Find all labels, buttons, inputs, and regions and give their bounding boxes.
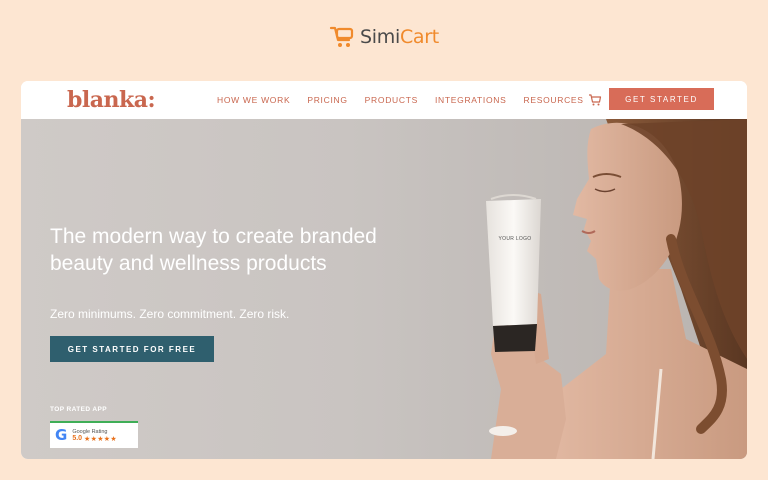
simicart-wordmark: SimiCart	[360, 26, 439, 48]
get-started-button[interactable]: GET STARTED	[609, 88, 714, 110]
nav-link-resources[interactable]: RESOURCES	[524, 95, 584, 105]
get-started-for-free-button[interactable]: GET STARTED FOR FREE	[50, 336, 214, 362]
google-g-icon: G	[55, 426, 68, 444]
simicart-logo: SimiCart	[0, 22, 768, 52]
star-rating-icons: ★★★★★	[84, 435, 117, 443]
nav-link-how-we-work[interactable]: HOW WE WORK	[217, 95, 290, 105]
website-screenshot-frame: blanka: HOW WE WORK PRICING PRODUCTS INT…	[21, 81, 747, 459]
hero-section: YOUR LOGO The modern way to create brand…	[21, 119, 747, 459]
nav-links: HOW WE WORK PRICING PRODUCTS INTEGRATION…	[217, 81, 601, 119]
top-navigation: blanka: HOW WE WORK PRICING PRODUCTS INT…	[21, 81, 747, 119]
nav-link-products[interactable]: PRODUCTS	[365, 95, 418, 105]
top-rated-label: TOP RATED APP	[50, 406, 107, 413]
hero-subtitle: Zero minimums. Zero commitment. Zero ris…	[50, 307, 290, 321]
tube-label: YOUR LOGO	[498, 236, 532, 242]
nav-link-pricing[interactable]: PRICING	[307, 95, 347, 105]
blanka-logo[interactable]: blanka:	[67, 87, 156, 113]
hero-title: The modern way to create branded beauty …	[50, 225, 377, 275]
google-rating-badge[interactable]: G Google Rating 5.0 ★★★★★	[50, 421, 138, 448]
simicart-logo-icon	[329, 26, 354, 47]
hero-photo-woman-with-tube	[486, 119, 747, 459]
nav-link-integrations[interactable]: INTEGRATIONS	[435, 95, 507, 105]
google-rating-score: 5.0	[72, 435, 83, 442]
cart-icon[interactable]	[588, 93, 602, 107]
